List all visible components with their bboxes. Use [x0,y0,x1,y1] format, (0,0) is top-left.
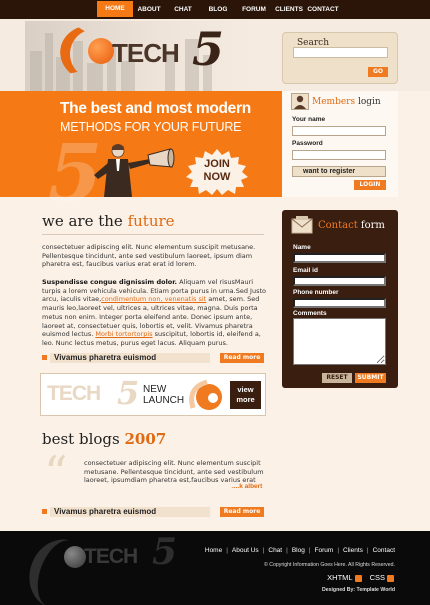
members-title-accent: Members [312,97,356,107]
members-login-panel: Members login Your name Password want to… [282,91,398,197]
contact-title-accent: Contact [318,220,358,231]
your-name-label: Your name [292,116,326,123]
reset-button[interactable]: RESET [322,373,352,383]
login-button[interactable]: LOGIN [354,180,386,190]
blog-quote-text: consectetuer adipiscing elit. Nunc eleme… [84,459,264,485]
footer-links: Home | About Us | Chat | Blog | Forum | Clients | Co… [204,547,395,554]
nav-contact[interactable]: CONTACT [307,0,339,19]
password-input[interactable] [292,150,386,160]
footer-link-clients[interactable]: Clients [343,547,363,554]
logo-text: TECH [112,38,180,68]
contact-name-input[interactable] [293,253,386,263]
footer-link-chat[interactable]: Chat [268,547,282,554]
intro-inline-link-1[interactable]: condimentum non, venenatis sit [101,295,206,303]
footer-logo-digit: 5 [152,531,178,573]
validation-badges: XHTML CSS [327,573,394,582]
intro-heading-accent: future [127,212,175,230]
join-now-line1: JOIN [204,158,230,170]
view-more-button[interactable]: view more [230,381,261,409]
footer-logo-text: TECH [84,545,138,568]
envelope-icon [291,216,313,234]
join-now-button[interactable]: JOIN NOW [185,148,249,195]
read-more-row-2: Vivamus pharetra euismod Read more [42,507,264,517]
ad-brand: TECH [47,382,101,405]
intro-heading-plain: we are the [42,212,128,230]
bullet-icon [42,355,47,360]
xhtml-badge[interactable]: XHTML [327,573,352,582]
nav-blog[interactable]: BLOG [206,0,230,19]
read-more-button[interactable]: Read more [220,353,264,363]
ad-digit: 5 [117,374,140,412]
megaphone-man-illustration [94,144,175,197]
read-more-row-1: Vivamus pharetra euismod Read more [42,353,264,363]
contact-name-label: Name [293,244,311,251]
nav-chat[interactable]: CHAT [171,0,195,19]
blogs-heading-accent: 2007 [124,430,167,448]
contact-comments-label: Comments [293,310,327,317]
members-login-title: Members login [312,97,381,107]
footer-link-blog[interactable]: Blog [292,547,305,554]
contact-form-panel: Contact form Name Email id Phone number … [282,210,398,388]
bullet-icon [42,509,47,514]
footer-copyright: © Copyright Information Goes Here. All R… [264,562,395,568]
intro-heading: we are the future [42,212,175,230]
footer-link-forum[interactable]: Forum [315,547,334,554]
read-more-button[interactable]: Read more [220,507,264,517]
designed-by: Designed By: Template World [321,587,395,593]
contact-phone-input[interactable] [293,298,386,308]
view-more-line2: more [236,395,255,404]
xhtml-badge-icon [354,574,362,582]
intro-inline-link-2[interactable]: Morbi tortortorpis [95,330,152,338]
register-link[interactable]: want to register [292,166,386,177]
nav-home[interactable]: HOME [97,1,133,17]
banner-headline: The best and most modern [60,100,251,117]
nav-forum[interactable]: FORUM [240,0,268,19]
intro-paragraph-1: consectetuer adipiscing elit. Nunc eleme… [42,243,256,269]
ad-new-launch: NEW LAUNCH [143,384,184,406]
contact-form-title: Contact form [318,220,385,231]
nav-about-us[interactable]: ABOUT US [133,0,165,32]
quote-icon: “ [44,446,68,500]
your-name-input[interactable] [292,126,386,136]
new-launch-ad[interactable]: TECH 5 NEW LAUNCH view more [40,373,266,416]
read-more-title: Vivamus pharetra euismod [54,507,157,516]
orbit-logo-icon [189,379,222,410]
contact-email-label: Email id [293,267,318,274]
logo-digit: 5 [192,22,225,76]
contact-title-rest: form [360,220,385,231]
ad-new-line2: LAUNCH [143,395,185,406]
search-input[interactable] [293,47,388,58]
footer-link-about-us[interactable]: About Us [232,547,259,554]
members-title-rest: login [357,97,381,107]
contact-comments-textarea[interactable] [293,318,386,365]
read-more-title: Vivamus pharetra euismod [54,353,157,362]
blog-author[interactable]: ....k albert [232,483,262,490]
submit-button[interactable]: SUBMIT [355,373,386,383]
logo-ball-icon [88,38,114,64]
view-more-line1: view [237,385,254,394]
footer-link-home[interactable]: Home [205,547,222,554]
ad-new-line1: NEW [143,384,167,395]
nav-clients[interactable]: CLIENTS [274,0,304,19]
css-badge[interactable]: CSS [370,573,385,582]
footer-logo-ball-icon [64,546,86,568]
member-user-icon [291,93,309,110]
search-box: Search GO [282,32,398,84]
footer-link-contact[interactable]: Contact [373,547,395,554]
heading-divider [42,234,264,235]
password-label: Password [292,140,323,147]
search-go-button[interactable]: GO [368,67,388,77]
top-navigation: HOME ABOUT US CHAT BLOG FORUM CLIENTS CO… [0,0,430,32]
join-now-line2: NOW [203,171,231,183]
css-badge-icon [387,574,394,582]
footer: TECH 5 Home | About Us | Chat | Blog | Forum | Cli… [0,530,430,605]
intro-paragraph-2: Suspendisse congue dignissim dolor. Aliq… [42,278,266,348]
banner-subline: METHODS FOR YOUR FUTURE [60,120,242,134]
contact-email-input[interactable] [293,276,386,286]
contact-phone-label: Phone number [293,289,339,296]
intro-paragraph-2-bold: Suspendisse congue dignissim dolor. [42,278,178,286]
